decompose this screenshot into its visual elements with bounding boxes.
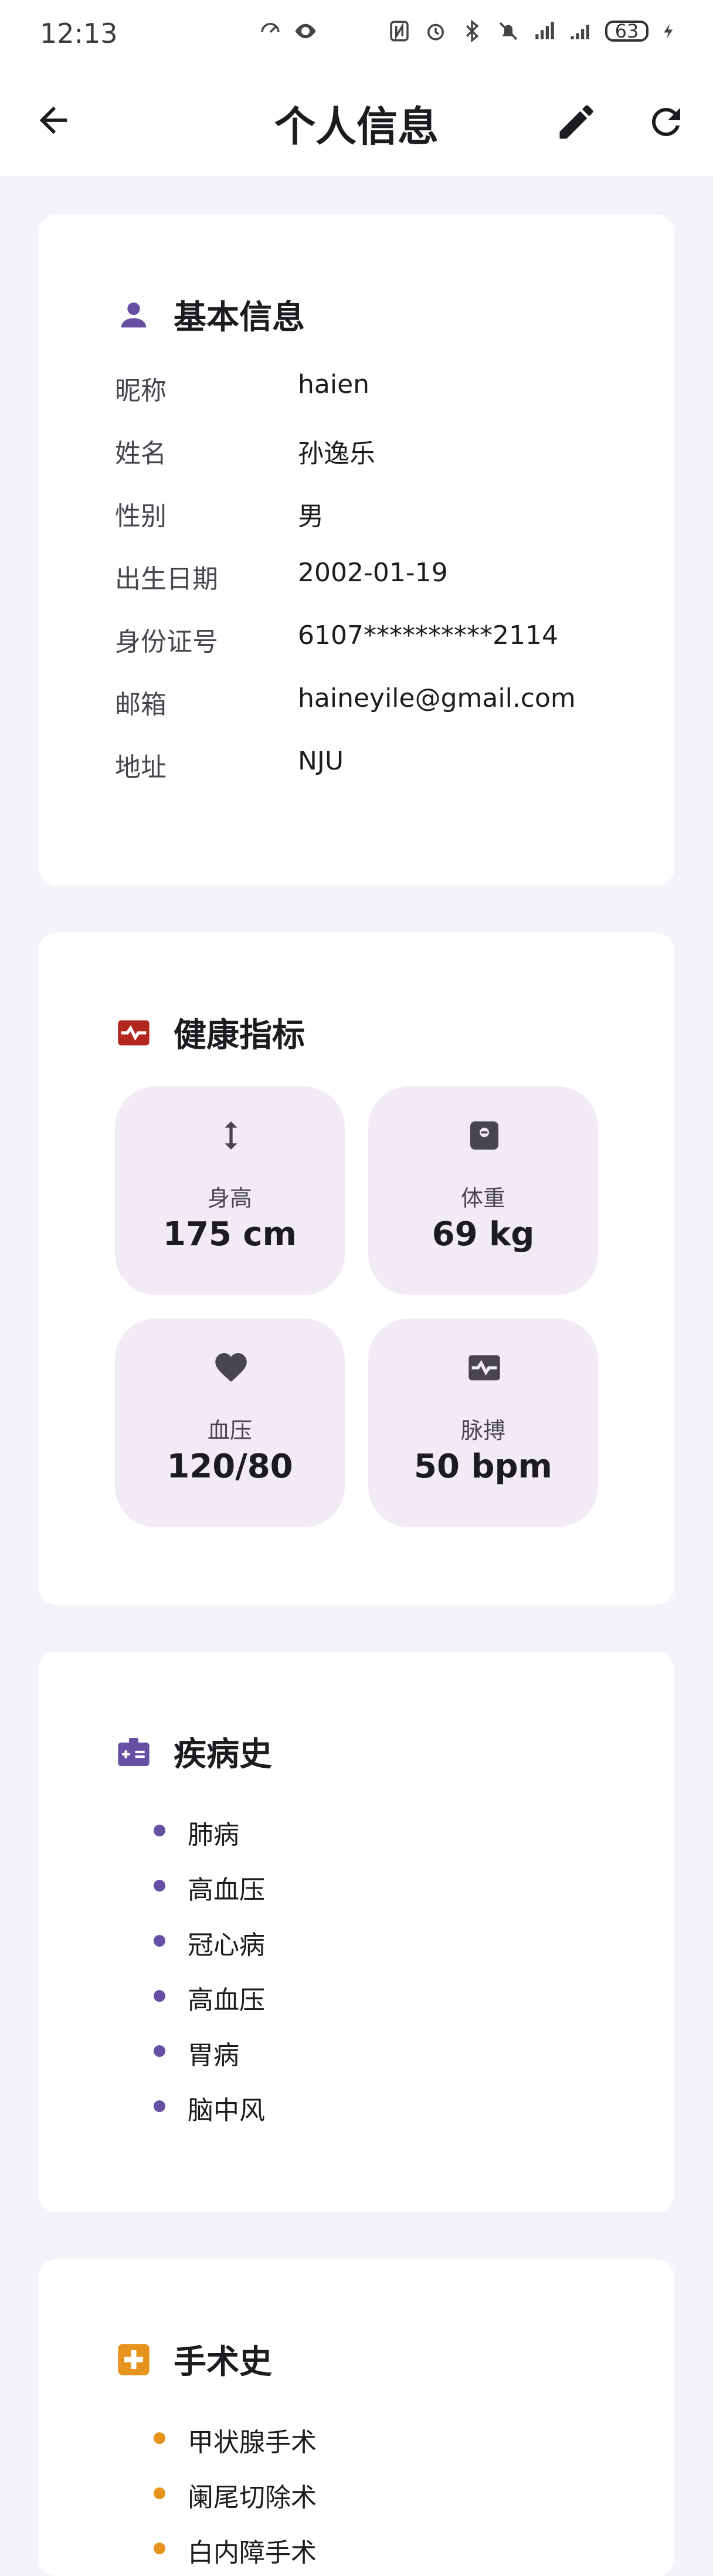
tile-label: 脉搏 <box>460 1418 505 1443</box>
scale-icon <box>470 1121 498 1150</box>
info-label: 身份证号 <box>115 627 218 657</box>
disease-history-title: 疾病史 <box>174 1736 272 1774</box>
info-value: 2002-01-19 <box>298 558 448 588</box>
info-row-id-number: 身份证号 6107**********2114 <box>115 621 558 658</box>
surgery-item: 白内障手术 <box>188 2538 317 2568</box>
bullet-dot <box>154 2045 165 2057</box>
info-value: 6107**********2114 <box>298 621 558 650</box>
app-bar: 个人信息 <box>0 70 713 176</box>
status-time: 12:13 <box>40 18 118 49</box>
status-icons-right: 63 <box>387 19 678 43</box>
speedometer-icon <box>261 23 280 33</box>
refresh-icon[interactable] <box>645 101 687 143</box>
tile-label: 身高 <box>207 1185 252 1211</box>
info-label: 姓名 <box>115 439 167 469</box>
bullet-dot <box>154 2543 165 2554</box>
tile-value: 120/80 <box>167 1448 293 1486</box>
heart-icon <box>215 1353 247 1382</box>
surgery-history-card: 手术史 甲状腺手术 阑尾切除术 白内障手术 <box>39 2259 674 2576</box>
health-metrics-title: 健康指标 <box>174 1016 305 1055</box>
pulse-icon <box>468 1355 500 1381</box>
surgery-item: 甲状腺手术 <box>188 2428 317 2458</box>
info-value: NJU <box>298 746 344 776</box>
surgery-history-header: 手术史 <box>115 2336 272 2383</box>
disease-history-card: 疾病史 肺病 高血压 冠心病 高血压 胃病 脑中风 <box>39 1652 674 2212</box>
info-label: 邮箱 <box>115 690 167 720</box>
surgery-history-title: 手术史 <box>174 2343 272 2381</box>
info-row-address: 地址 NJU <box>115 746 344 784</box>
health-metrics-header: 健康指标 <box>115 1009 305 1056</box>
basic-info-title: 基本信息 <box>174 299 305 337</box>
info-value: 孙逸乐 <box>298 439 375 469</box>
info-row-gender: 性别 男 <box>115 495 324 533</box>
tile-value: 50 bpm <box>414 1448 552 1486</box>
bullet-dot <box>154 1990 165 2002</box>
bullet-dot <box>154 1935 165 1947</box>
disease-item: 高血压 <box>188 1875 265 1905</box>
bullet-dot <box>154 2100 165 2112</box>
disease-history-header: 疾病史 <box>115 1728 272 1775</box>
info-value: 男 <box>298 501 324 531</box>
medical-plus-icon <box>118 2343 150 2375</box>
tile-value: 69 kg <box>432 1215 535 1253</box>
info-label: 昵称 <box>115 376 167 406</box>
info-value: haineyile@gmail.com <box>298 683 576 713</box>
info-row-name: 姓名 孙逸乐 <box>115 432 375 470</box>
signal-icon <box>535 22 554 39</box>
nfc-icon <box>390 21 409 42</box>
monitor-heart-icon <box>118 1020 150 1045</box>
disease-item: 冠心病 <box>188 1930 265 1960</box>
bullet-dot <box>154 1880 165 1892</box>
info-row-email: 邮箱 haineyile@gmail.com <box>115 683 576 721</box>
pulse-tile: 脉搏 50 bpm <box>368 1318 598 1527</box>
edit-pencil-icon[interactable] <box>554 100 599 144</box>
signal-icon-2 <box>571 25 589 39</box>
disease-item: 高血压 <box>188 1985 265 2015</box>
page-title: 个人信息 <box>274 103 439 151</box>
tile-value: 175 cm <box>163 1215 297 1253</box>
person-icon <box>121 302 147 327</box>
mute-bell-icon <box>499 22 518 40</box>
status-icons-left <box>258 19 318 43</box>
health-metrics-card: 健康指标 身高 175 cm 体重 69 kg 血压 120/80 脉搏 50 … <box>39 933 674 1605</box>
info-label: 性别 <box>115 501 167 531</box>
height-tile: 身高 175 cm <box>115 1086 345 1295</box>
weight-tile: 体重 69 kg <box>368 1086 598 1295</box>
info-label: 出生日期 <box>115 564 218 594</box>
info-value: haien <box>298 370 370 399</box>
tile-label: 体重 <box>460 1185 505 1211</box>
height-icon <box>225 1121 237 1150</box>
basic-info-header: 基本信息 <box>115 291 305 338</box>
tile-label: 血压 <box>207 1418 252 1443</box>
status-bar: 12:13 63 <box>0 0 713 70</box>
blood-pressure-tile: 血压 120/80 <box>115 1318 345 1527</box>
bullet-dot <box>154 1825 165 1836</box>
battery-indicator: 63 <box>605 20 649 42</box>
charging-icon <box>664 23 673 39</box>
bullet-dot <box>154 2487 165 2499</box>
bullet-dot <box>154 2432 165 2444</box>
medical-id-icon <box>118 1737 150 1766</box>
info-row-birthdate: 出生日期 2002-01-19 <box>115 558 448 595</box>
disease-item: 胃病 <box>188 2041 239 2070</box>
alarm-icon <box>427 23 444 40</box>
basic-info-card: 基本信息 昵称 haien 姓名 孙逸乐 性别 男 出生日期 2002-01-1… <box>39 215 674 886</box>
disease-item: 肺病 <box>188 1820 239 1850</box>
info-row-nickname: 昵称 haien <box>115 370 369 407</box>
bluetooth-icon <box>466 19 479 43</box>
eye-icon <box>295 23 316 39</box>
surgery-item: 阑尾切除术 <box>188 2483 317 2513</box>
disease-item: 脑中风 <box>188 2096 265 2126</box>
info-label: 地址 <box>115 753 167 782</box>
